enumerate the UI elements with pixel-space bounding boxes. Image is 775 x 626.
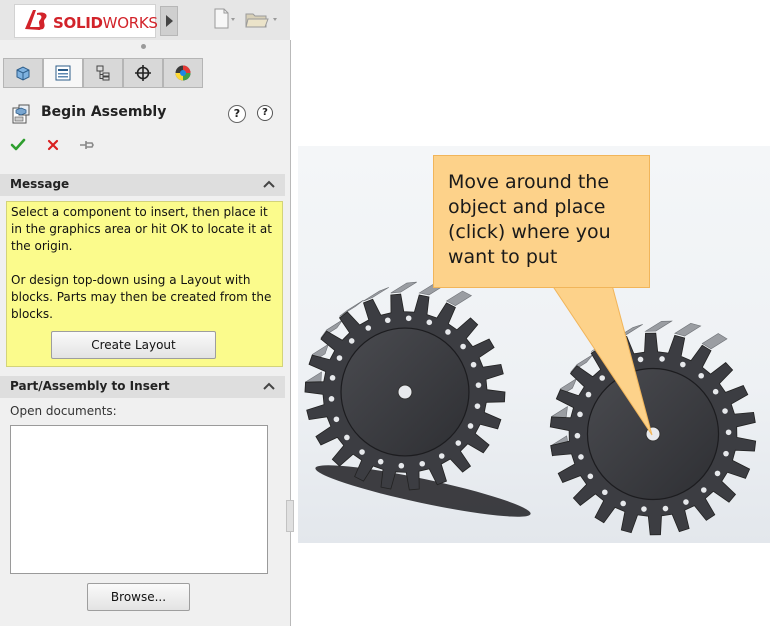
logo-wordmark-works: WORKS [102,14,158,32]
message-section-title: Message [10,177,70,191]
panel-collapse-handle[interactable] [286,500,294,532]
property-manager-header: Begin Assembly ? ? [0,96,290,132]
property-manager-panel: Begin Assembly ? ? Message Select a comp… [0,40,291,626]
gear-hole [405,315,412,322]
gear-hole [475,382,482,388]
logo-wordmark-solid: SOLID [53,14,103,32]
gear-hole [641,506,647,512]
callout-pointer [551,284,653,436]
gear-hole [398,462,405,469]
browse-button[interactable]: Browse... [87,583,190,611]
begin-assembly-icon [12,104,30,124]
top-toolbar: SOLIDWORKS [0,0,290,41]
gear-hole [602,489,608,496]
new-document-icon[interactable] [212,8,236,30]
gear-hole [445,329,451,335]
callout-tooltip: Move around the object and place (click)… [433,155,650,288]
gear-hole [348,338,355,344]
gear-hole [460,343,466,350]
message-box: Select a component to insert, then place… [6,201,283,367]
chevron-up-icon[interactable] [263,381,275,391]
callout-text: Move around the object and place (click)… [448,171,611,268]
gear-hole [700,487,707,493]
manager-tabs [3,58,203,88]
logo-wordmark: SOLIDWORKS [53,14,158,32]
message-line-insert: Select a component to insert, then place… [11,205,272,253]
gear-hole [344,434,350,441]
help-button[interactable]: ? [257,105,273,121]
gear-hole [712,388,719,395]
gear-hole [455,440,462,446]
gear-hole [359,449,365,455]
gear-hole [659,356,665,362]
gear-hole [377,458,384,465]
solidworks-logo[interactable]: SOLIDWORKS [14,4,158,38]
gear-hole [467,423,474,429]
gear-tooth-top [339,300,364,317]
gear-hole [426,319,433,326]
gear-hole [578,454,584,460]
tab-feature-manager[interactable] [3,58,43,88]
tab-configuration-manager[interactable] [83,58,123,88]
pushpin-icon[interactable] [78,138,96,152]
expand-menu-arrow[interactable] [160,6,178,36]
open-documents-label: Open documents: [10,404,117,418]
create-layout-button[interactable]: Create Layout [51,331,216,359]
gear-hole [336,355,343,361]
gear-tooth-top [701,333,728,350]
gear-hole [329,375,336,381]
gear-hole [365,325,372,331]
gear-hole [683,499,689,505]
gear-center-bore [397,384,413,400]
tab-dimxpert-manager[interactable] [123,58,163,88]
crosshair-icon [135,65,151,81]
whats-wrong-help-button[interactable]: ? [228,105,246,123]
gear-hole [333,416,340,423]
tab-property-manager[interactable] [43,58,83,88]
gear-hole [725,429,732,436]
feature-manager-icon [16,66,30,81]
insert-section-header[interactable]: Part/Assembly to Insert [0,376,285,398]
gear-hole [722,408,728,414]
chevron-up-icon[interactable] [263,179,275,189]
open-folder-icon[interactable] [244,8,284,30]
gear-hole [680,361,686,368]
gear-hole [662,505,669,512]
gear-tooth-top [445,290,473,306]
page-title: Begin Assembly [41,104,167,120]
gear-hole [620,500,626,507]
gear-left[interactable] [304,281,506,491]
gear-hole [714,470,721,477]
message-section-header[interactable]: Message [0,174,285,196]
ok-checkmark-icon[interactable] [10,137,26,153]
gear-hole [384,317,391,324]
cancel-x-icon[interactable] [46,138,60,152]
configuration-manager-icon [96,65,110,81]
appearance-sphere-icon [175,65,191,81]
tab-display-manager[interactable] [163,58,203,88]
property-manager-icon [55,65,71,81]
gear-hole [587,473,594,480]
message-line-layout: Or design top-down using a Layout with b… [11,273,272,321]
gear-tooth-top [363,287,389,302]
gear-hole [328,396,335,402]
gear-hole [419,460,426,467]
ds-logo-icon [25,10,47,30]
gear-hole [474,403,481,409]
message-text: Select a component to insert, then place… [11,204,277,323]
gear-tooth-top [390,281,417,294]
panel-grip-handle[interactable] [141,44,146,49]
gear-hole [698,372,704,379]
gear-hole [723,450,729,457]
gear-tooth-top [674,323,702,337]
insert-section-title: Part/Assembly to Insert [10,379,170,393]
gear-hole [470,361,477,368]
open-documents-list[interactable] [10,425,268,574]
gear-hole [438,453,445,459]
